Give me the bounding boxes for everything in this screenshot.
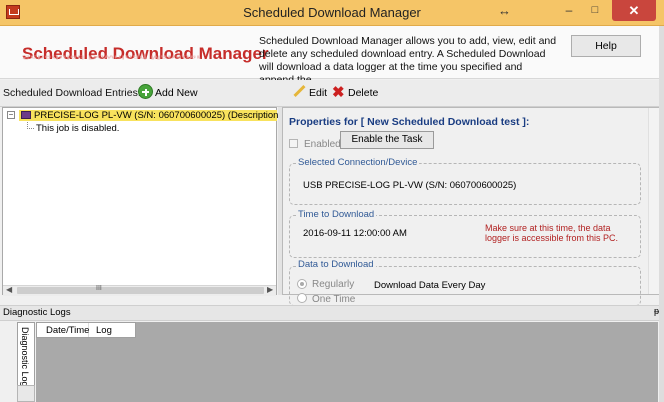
column-datetime[interactable]: Date/Time <box>46 325 89 336</box>
scroll-left-icon[interactable]: ◀ <box>6 285 12 294</box>
enable-task-button[interactable]: Enable the Task <box>340 131 434 149</box>
one-time-label: One Time <box>312 294 356 305</box>
device-icon <box>21 111 31 119</box>
minimize-button[interactable]: – <box>556 0 582 22</box>
scroll-grip-icon: III <box>96 285 102 292</box>
add-icon[interactable] <box>138 84 153 99</box>
data-group-title: Data to Download <box>296 259 376 270</box>
pencil-icon[interactable] <box>292 84 306 98</box>
diagnostic-logs-title: Diagnostic Logs <box>3 307 71 318</box>
properties-title: Properties for [ New Scheduled Download … <box>289 116 530 128</box>
diagnostic-logs-tab-label: Diagnostic Logs <box>20 327 30 392</box>
entries-label: Scheduled Download Entries: <box>3 87 141 99</box>
header-title-reflection: Scheduled Download Manager <box>22 55 202 62</box>
scrollbar-thumb[interactable] <box>17 287 264 294</box>
time-value: 2016-09-11 12:00:00 AM <box>303 228 407 239</box>
resize-icon[interactable]: ↔ <box>498 3 511 18</box>
tree-connector <box>27 122 34 129</box>
time-warning: Make sure at this time, the data logger … <box>485 223 619 243</box>
regularly-label: Regularly <box>312 279 355 290</box>
window-frame-edge <box>659 26 664 402</box>
collapse-icon[interactable]: − <box>7 111 15 119</box>
enabled-label: Enabled <box>304 139 341 150</box>
connection-value: USB PRECISE-LOG PL-VW (S/N: 060700600025… <box>303 180 517 191</box>
maximize-button[interactable]: □ <box>582 0 608 22</box>
enabled-checkbox[interactable] <box>289 139 298 148</box>
delete-button[interactable]: Delete <box>348 87 378 99</box>
edit-button[interactable]: Edit <box>309 87 327 99</box>
delete-x-icon[interactable]: ✖ <box>332 85 345 100</box>
header-title: Scheduled Download Manager <box>22 44 269 63</box>
regularly-radio[interactable] <box>297 279 307 289</box>
tree-entry-label[interactable]: PRECISE-LOG PL-VW (S/N: 060700600025) (D… <box>34 110 296 121</box>
time-group-title: Time to Download <box>296 209 377 220</box>
diagnostic-logs-header <box>0 305 664 321</box>
regularly-value: Download Data Every Day <box>374 280 486 291</box>
connection-group-title: Selected Connection/Device <box>296 157 420 168</box>
secondary-side-tab[interactable] <box>17 385 35 402</box>
add-new-button[interactable]: Add New <box>155 87 198 99</box>
close-button[interactable]: ✕ <box>612 0 656 21</box>
tree-child-item[interactable]: This job is disabled. <box>36 123 119 134</box>
help-button[interactable]: Help <box>571 35 641 57</box>
entries-tree[interactable] <box>2 107 277 295</box>
tree-entry-text: PRECISE-LOG PL-VW (S/N: 060700600025) (D… <box>34 110 284 121</box>
column-log[interactable]: Log <box>96 325 112 336</box>
one-time-radio[interactable] <box>297 293 307 303</box>
scroll-right-icon[interactable]: ▶ <box>267 285 273 294</box>
